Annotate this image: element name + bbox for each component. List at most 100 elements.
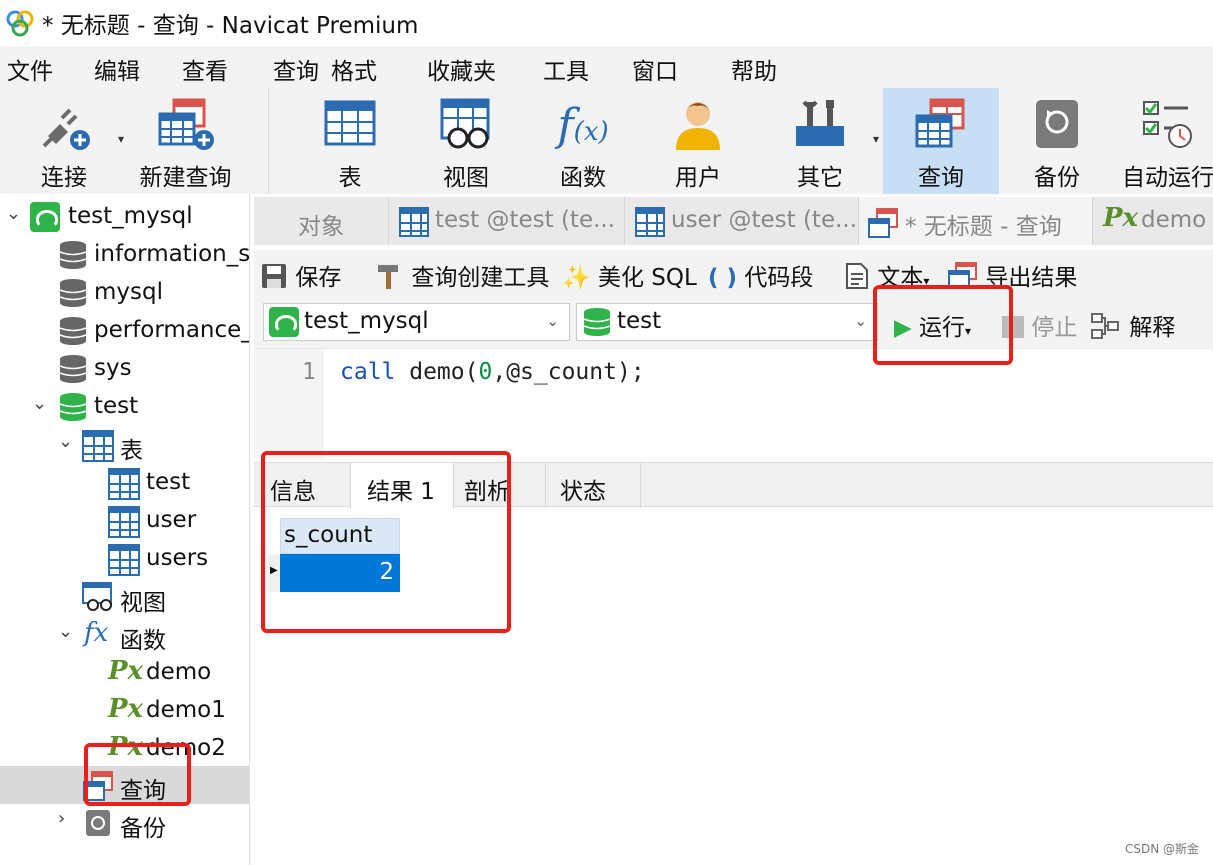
query-button[interactable]: 查询 xyxy=(883,88,999,194)
table-icon xyxy=(322,96,378,154)
tree-functions-label: 函数 xyxy=(120,628,166,654)
explain-button[interactable]: 解释 xyxy=(1090,308,1175,342)
query-builder-label: 查询创建工具 xyxy=(411,265,550,291)
tree-views-label: 视图 xyxy=(120,590,166,616)
save-button[interactable]: 保存 xyxy=(260,258,341,292)
tree-connection[interactable]: ⌄ test_mysql xyxy=(0,198,249,236)
tree-connection-label: test_mysql xyxy=(68,203,193,229)
chevron-right-icon[interactable]: › xyxy=(58,808,65,829)
procedure-icon: Px xyxy=(108,656,144,686)
tree-table-label: users xyxy=(146,545,209,571)
query-builder-button[interactable]: 查询创建工具 xyxy=(374,258,549,292)
explain-label: 解释 xyxy=(1129,315,1176,341)
autorun-button[interactable]: 自动运行 xyxy=(1122,88,1213,194)
menu-format[interactable]: 格式 xyxy=(331,52,377,86)
tab-label: * 无标题 - 查询 xyxy=(905,214,1062,240)
database-icon xyxy=(58,278,88,314)
new-query-label: 新建查询 xyxy=(139,165,232,191)
highlight-results-box xyxy=(261,451,511,633)
menu-view[interactable]: 查看 xyxy=(182,52,228,86)
connect-dropdown-icon[interactable]: ▾ xyxy=(118,132,124,146)
tree-backup-group[interactable]: › 备份 xyxy=(0,804,249,844)
tree-table-users[interactable]: users xyxy=(0,540,249,578)
tab-objects[interactable]: 对象 xyxy=(254,197,389,245)
tab-test-table[interactable]: test @test (te... xyxy=(389,197,625,245)
sql-function-call: demo( xyxy=(395,359,479,385)
connect-label: 连接 xyxy=(41,165,87,191)
menu-edit[interactable]: 编辑 xyxy=(94,52,140,86)
line-number: 1 xyxy=(302,359,316,385)
database-select[interactable]: test ⌄ xyxy=(576,303,878,341)
tab-demo-procedure[interactable]: Px demo xyxy=(1093,197,1213,245)
new-query-button[interactable]: 新建查询 xyxy=(133,88,238,194)
stop-button[interactable]: 停止 xyxy=(1002,308,1077,342)
tree-db-information-schema[interactable]: information_s xyxy=(0,236,249,274)
tree-functions-group[interactable]: ⌄ fx 函数 xyxy=(0,616,249,654)
chevron-down-icon[interactable]: ⌄ xyxy=(58,431,73,452)
tree-function-demo1[interactable]: Px demo1 xyxy=(0,692,249,730)
sql-keyword: call xyxy=(340,359,396,385)
backup-icon xyxy=(84,808,112,844)
menu-file[interactable]: 文件 xyxy=(7,52,53,86)
function-icon: f(x) xyxy=(557,100,609,151)
tab-untitled-query[interactable]: * 无标题 - 查询 xyxy=(859,197,1093,245)
sql-number: 0 xyxy=(478,359,493,385)
tree-db-sys[interactable]: sys xyxy=(0,350,249,388)
tree-table-user[interactable]: user xyxy=(0,502,249,540)
menu-help[interactable]: 帮助 xyxy=(731,52,777,86)
user-icon xyxy=(671,96,725,156)
table-icon xyxy=(635,207,665,237)
chevron-down-icon[interactable]: ⌄ xyxy=(6,203,21,224)
tree-db-label: sys xyxy=(94,355,132,381)
document-icon xyxy=(844,262,870,290)
mysql-connection-icon xyxy=(30,202,60,232)
chevron-down-icon[interactable]: ⌄ xyxy=(58,621,73,642)
tree-table-label: user xyxy=(146,507,197,533)
query-icon xyxy=(913,96,969,156)
title-bar: * 无标题 - 查询 - Navicat Premium xyxy=(0,0,1213,46)
menu-tools[interactable]: 工具 xyxy=(543,52,589,86)
tab-status[interactable]: 状态 xyxy=(546,463,641,508)
view-icon xyxy=(436,96,496,156)
connect-button[interactable]: 连接 xyxy=(20,88,108,194)
tree-function-demo[interactable]: Px demo xyxy=(0,654,249,692)
menu-window[interactable]: 窗口 xyxy=(632,52,678,86)
other-dropdown-icon[interactable]: ▾ xyxy=(873,132,879,146)
tree-tables-group[interactable]: ⌄ 表 xyxy=(0,426,249,464)
tree-table-test[interactable]: test xyxy=(0,464,249,502)
toolbar-separator xyxy=(268,88,269,194)
new-query-icon xyxy=(156,96,216,156)
chevron-down-icon[interactable]: ⌄ xyxy=(32,393,47,414)
table-button[interactable]: 表 xyxy=(305,88,395,194)
tree-function-label: demo1 xyxy=(146,697,226,723)
connection-select[interactable]: test_mysql ⌄ xyxy=(263,303,570,341)
save-label: 保存 xyxy=(295,265,342,291)
backup-button[interactable]: 备份 xyxy=(1012,88,1102,194)
function-button[interactable]: f(x) 函数 xyxy=(538,88,628,194)
table-icon xyxy=(399,207,429,237)
tree-db-label: performance_ xyxy=(94,317,250,343)
tab-label: 对象 xyxy=(298,214,344,240)
menu-favorites[interactable]: 收藏夹 xyxy=(427,52,496,86)
highlight-run-box xyxy=(873,285,1013,365)
table-icon xyxy=(108,544,140,576)
user-button[interactable]: 用户 xyxy=(653,88,743,194)
tree-db-performance[interactable]: performance_ xyxy=(0,312,250,350)
view-button[interactable]: 视图 xyxy=(421,88,511,194)
tab-user-table[interactable]: user @test (te... xyxy=(625,197,859,245)
sql-arguments: ,@s_count); xyxy=(492,359,645,385)
tree-db-test[interactable]: ⌄ test xyxy=(0,388,249,426)
beautify-sql-button[interactable]: ✨ 美化 SQL xyxy=(562,258,697,292)
menu-query[interactable]: 查询 xyxy=(273,52,319,86)
table-icon xyxy=(82,430,114,462)
function-icon: fx xyxy=(84,618,109,648)
user-label: 用户 xyxy=(675,165,721,191)
tree-views-group[interactable]: 视图 xyxy=(0,578,249,616)
tab-label: demo xyxy=(1141,207,1207,233)
sql-editor[interactable]: 1 call demo(0,@s_count); xyxy=(254,348,1213,459)
sql-code-line[interactable]: call demo(0,@s_count); xyxy=(340,359,645,385)
tree-db-mysql[interactable]: mysql xyxy=(0,274,249,314)
other-button[interactable]: 其它 xyxy=(775,88,865,194)
menu-bar: 文件 编辑 查看 查询 格式 收藏夹 工具 窗口 帮助 xyxy=(0,46,1213,88)
snippet-button[interactable]: ( ) 代码段 xyxy=(708,258,813,292)
